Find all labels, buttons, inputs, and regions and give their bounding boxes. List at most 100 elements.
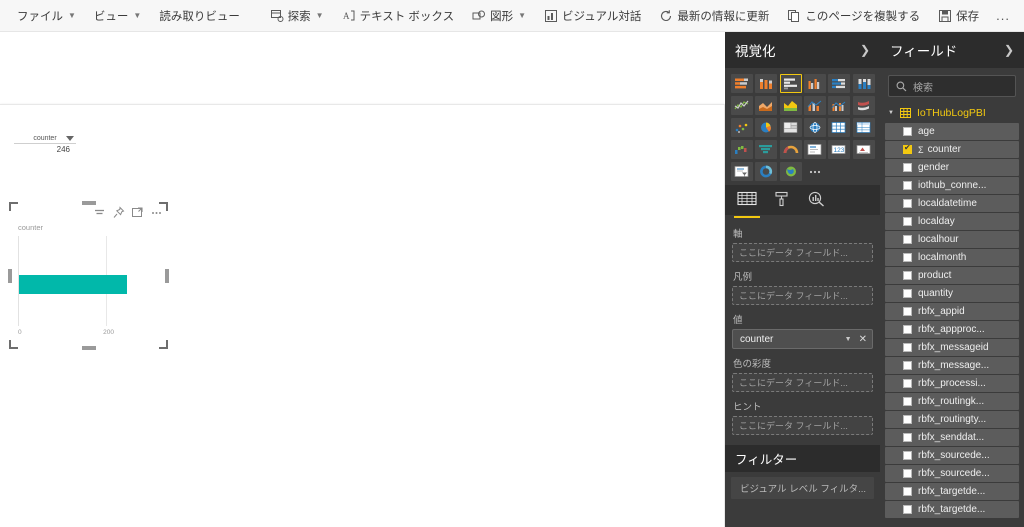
button-refresh[interactable]: 最新の情報に更新	[650, 4, 778, 28]
field-row[interactable]: gender	[885, 159, 1019, 176]
field-checkbox[interactable]	[903, 289, 912, 298]
tab-fields[interactable]	[734, 191, 760, 218]
viz-100-stacked-bar-chart[interactable]	[828, 74, 851, 93]
field-row[interactable]: rbfx_sourcede...	[885, 447, 1019, 464]
more-options-icon[interactable]	[150, 206, 163, 219]
viz-line-chart[interactable]	[731, 96, 753, 115]
viz-stacked-bar-chart[interactable]	[731, 74, 753, 93]
viz-stacked-column-chart[interactable]	[755, 74, 778, 93]
viz-area-chart[interactable]	[755, 96, 778, 115]
field-checkbox[interactable]	[903, 181, 912, 190]
resize-handle-bottom-right[interactable]	[159, 340, 168, 349]
resize-handle-left[interactable]	[8, 268, 12, 283]
viz-multi-row-card[interactable]	[804, 140, 826, 159]
field-checkbox[interactable]	[903, 505, 912, 514]
field-checkbox[interactable]	[903, 415, 912, 424]
field-checkbox[interactable]	[903, 343, 912, 352]
resize-handle-top-left[interactable]	[9, 202, 18, 211]
field-row[interactable]: rbfx_targetde...	[885, 483, 1019, 500]
field-row[interactable]: localhour	[885, 231, 1019, 248]
menu-file[interactable]: ファイル ▼	[8, 4, 85, 28]
viz-donut-chart[interactable]	[755, 162, 778, 181]
button-duplicate-page[interactable]: このページを複製する	[778, 4, 929, 28]
field-checkbox[interactable]	[903, 397, 912, 406]
field-checkbox[interactable]	[903, 361, 912, 370]
field-row[interactable]: rbfx_processi...	[885, 375, 1019, 392]
field-checkbox[interactable]	[903, 469, 912, 478]
field-checkbox[interactable]	[903, 271, 912, 280]
dropzone-color-saturation[interactable]: ここにデータ フィールド...	[732, 373, 873, 392]
field-checkbox[interactable]	[903, 253, 912, 262]
field-checkbox[interactable]	[903, 143, 912, 154]
field-chip-counter[interactable]: counter ▼ ✕	[732, 329, 873, 349]
field-row[interactable]: rbfx_appproc...	[885, 321, 1019, 338]
viz-line-clustered-column-chart[interactable]	[828, 96, 851, 115]
viz-matrix[interactable]	[828, 118, 851, 137]
pin-icon[interactable]	[112, 206, 125, 219]
viz-more-options-icon[interactable]	[804, 162, 826, 181]
dropzone-tooltips[interactable]: ここにデータ フィールド...	[732, 416, 873, 435]
filter-icon[interactable]	[93, 206, 106, 219]
field-checkbox[interactable]	[903, 379, 912, 388]
field-row[interactable]: rbfx_routingk...	[885, 393, 1019, 410]
menu-view[interactable]: ビュー ▼	[85, 4, 150, 28]
menu-reading-view[interactable]: 読み取りビュー	[150, 4, 249, 28]
viz-100-stacked-column-chart[interactable]	[852, 74, 875, 93]
resize-handle-right[interactable]	[165, 268, 169, 283]
field-row[interactable]: product	[885, 267, 1019, 284]
toolbar-overflow-button[interactable]: ...	[988, 4, 1018, 27]
report-canvas[interactable]: counter 246 counter 0 200	[0, 104, 725, 527]
resize-handle-bottom-left[interactable]	[9, 340, 18, 349]
viz-slicer[interactable]	[731, 162, 753, 181]
field-row[interactable]: rbfx_messageid	[885, 339, 1019, 356]
field-checkbox[interactable]	[903, 163, 912, 172]
expand-arrow-icon[interactable]: ▼	[888, 110, 894, 116]
chevron-right-icon[interactable]: ❯	[1004, 43, 1014, 57]
field-checkbox[interactable]	[903, 433, 912, 442]
field-row[interactable]: localmonth	[885, 249, 1019, 266]
field-checkbox[interactable]	[903, 217, 912, 226]
button-save[interactable]: 保存	[929, 4, 988, 28]
button-text-box[interactable]: A テキスト ボックス	[333, 4, 464, 28]
viz-map[interactable]	[804, 118, 826, 137]
focus-mode-icon[interactable]	[131, 206, 144, 219]
remove-field-icon[interactable]: ✕	[859, 334, 867, 345]
field-checkbox[interactable]	[903, 487, 912, 496]
viz-clustered-bar-chart[interactable]	[779, 74, 802, 93]
viz-card[interactable]: 123	[828, 140, 851, 159]
viz-treemap[interactable]	[779, 118, 802, 137]
chevron-right-icon[interactable]: ❯	[860, 43, 870, 57]
viz-table[interactable]	[852, 118, 875, 137]
field-checkbox[interactable]	[903, 235, 912, 244]
field-checkbox[interactable]	[903, 451, 912, 460]
search-input[interactable]: 検索	[888, 75, 1016, 97]
dropzone-legend[interactable]: ここにデータ フィールド...	[732, 286, 873, 305]
dropzone-axis[interactable]: ここにデータ フィールド...	[732, 243, 873, 262]
viz-pie-chart[interactable]	[755, 118, 778, 137]
chevron-down-icon[interactable]: ▼	[845, 336, 852, 343]
fields-table-IoTHubLogPBI[interactable]: ▼ IoTHubLogPBI	[880, 103, 1024, 122]
field-row[interactable]: rbfx_message...	[885, 357, 1019, 374]
field-row[interactable]: Σcounter	[885, 141, 1019, 158]
card-visual[interactable]: counter 246	[14, 135, 76, 154]
field-row[interactable]: quantity	[885, 285, 1019, 302]
viz-gauge-chart[interactable]	[779, 140, 802, 159]
field-row[interactable]: age	[885, 123, 1019, 140]
field-row[interactable]: rbfx_sourcede...	[885, 465, 1019, 482]
field-row[interactable]: rbfx_appid	[885, 303, 1019, 320]
bar-chart-visual[interactable]: counter 0 200	[8, 201, 169, 350]
field-checkbox[interactable]	[903, 199, 912, 208]
field-checkbox[interactable]	[903, 325, 912, 334]
field-row[interactable]: localdatetime	[885, 195, 1019, 212]
tab-format[interactable]	[773, 191, 791, 218]
field-checkbox[interactable]	[903, 307, 912, 316]
field-checkbox[interactable]	[903, 127, 912, 136]
button-explore[interactable]: 探索 ▼	[261, 4, 333, 28]
button-shapes[interactable]: 図形 ▼	[463, 4, 535, 28]
field-row[interactable]: rbfx_targetde...	[885, 501, 1019, 518]
viz-kpi[interactable]	[852, 140, 875, 159]
field-row[interactable]: localday	[885, 213, 1019, 230]
viz-stacked-area-chart[interactable]	[779, 96, 802, 115]
chart-bar-counter[interactable]	[19, 274, 128, 295]
tab-analytics[interactable]	[807, 191, 826, 218]
